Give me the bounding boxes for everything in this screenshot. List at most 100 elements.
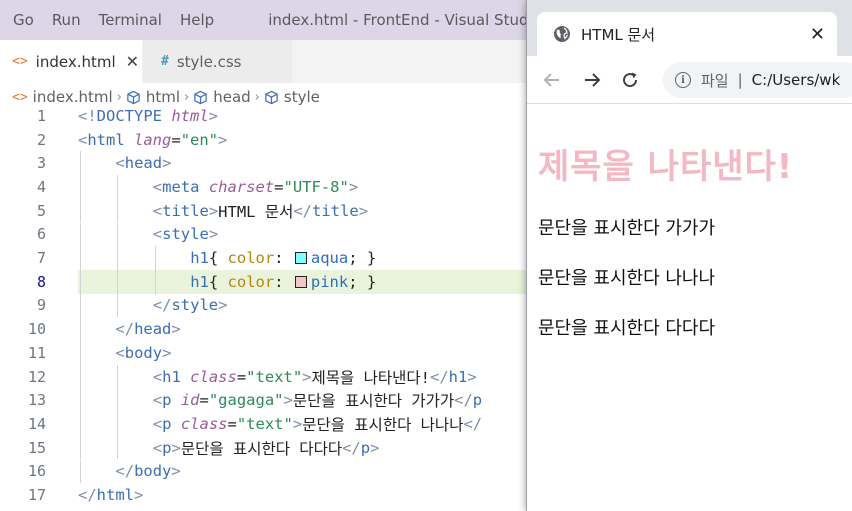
browser-tab-strip: HTML 문서 ✕ xyxy=(527,0,852,56)
code-token: </ xyxy=(454,391,473,410)
reload-button[interactable] xyxy=(613,63,647,97)
address-scheme: 파일 xyxy=(701,71,729,90)
code-token: p xyxy=(472,391,483,410)
code-token: meta xyxy=(162,177,200,196)
code-token: > xyxy=(292,414,303,433)
back-button[interactable] xyxy=(535,63,569,97)
code-token: > xyxy=(208,225,219,244)
indent-guide xyxy=(80,388,81,413)
code-token: = xyxy=(236,367,247,386)
element-cube-icon xyxy=(194,90,207,104)
line-number: 11 xyxy=(27,343,46,362)
line-number: 6 xyxy=(36,225,46,244)
code-token: = xyxy=(274,177,284,196)
code-token: 문단을 표시한다 나나나 xyxy=(302,415,464,434)
code-token: < xyxy=(115,154,125,173)
code-token: body xyxy=(124,343,163,362)
page-paragraph: 문단을 표시한다 나나나 xyxy=(538,268,716,289)
line-number: 7 xyxy=(36,249,46,268)
menu-terminal[interactable]: Terminal xyxy=(90,0,171,40)
globe-icon xyxy=(554,26,570,42)
code-token: < xyxy=(152,391,163,410)
tab-index-html[interactable]: <> index.html ✕ xyxy=(0,40,143,83)
close-icon[interactable]: ✕ xyxy=(126,52,139,71)
address-separator: | xyxy=(737,71,743,89)
code-token: <! xyxy=(78,106,97,125)
code-token: 문단을 표시한다 가가가 xyxy=(292,392,455,411)
code-token: h1 xyxy=(448,367,468,386)
code-token: class xyxy=(180,414,228,433)
code-token: "UTF-8" xyxy=(283,177,349,196)
code-token: title xyxy=(312,201,359,220)
code-token: < xyxy=(152,367,163,386)
browser-tab[interactable]: HTML 문서 ✕ xyxy=(537,12,837,56)
tab-style-css[interactable]: # style.css xyxy=(143,40,293,83)
code-token: p xyxy=(162,414,172,433)
code-token: </ xyxy=(78,486,97,505)
code-token: > xyxy=(162,343,172,362)
code-token: </ xyxy=(115,320,135,339)
code-token: 문단을 표시한다 다다다 xyxy=(180,439,343,458)
menu-go[interactable]: Go xyxy=(4,0,43,40)
menu-help[interactable]: Help xyxy=(171,0,223,40)
tab-label: style.css xyxy=(176,52,242,71)
code-token: color xyxy=(227,272,275,291)
code-token: DOCTYPE xyxy=(96,106,162,125)
code-token: lang xyxy=(134,130,172,149)
code-token: > xyxy=(171,320,181,339)
code-token: </ xyxy=(430,367,449,386)
indent-guide xyxy=(117,175,119,199)
indent-guide xyxy=(117,388,119,413)
browser-toolbar: i 파일 | C:/Users/wk xyxy=(527,56,852,104)
code-token: html xyxy=(87,130,125,149)
arrow-right-icon xyxy=(585,72,601,87)
indent-guide xyxy=(117,269,119,294)
code-token: "text" xyxy=(246,367,303,386)
code-token: > xyxy=(208,106,219,125)
code-token: body xyxy=(134,462,172,481)
code-token: HTML 문서 xyxy=(218,202,294,221)
info-icon[interactable]: i xyxy=(675,72,691,88)
code-token: > xyxy=(171,438,181,457)
indent-guide xyxy=(154,246,156,270)
indent-guide xyxy=(80,198,81,223)
code-token: > xyxy=(467,367,477,386)
chevron-right-icon: › xyxy=(184,89,190,105)
element-cube-icon xyxy=(127,90,140,104)
code-token: h1 xyxy=(190,272,209,291)
code-token: title xyxy=(162,201,209,220)
code-token: = xyxy=(199,391,209,410)
indent-guide xyxy=(80,364,81,389)
html-file-icon: <> xyxy=(12,54,28,69)
indent-guide xyxy=(80,317,81,341)
code-token: : xyxy=(274,272,293,291)
color-swatch-icon[interactable] xyxy=(294,275,307,288)
line-number: 16 xyxy=(27,462,46,481)
line-number: 3 xyxy=(36,154,46,173)
code-token: 제목을 나타낸다! xyxy=(311,368,430,387)
code-token: : xyxy=(274,249,293,268)
color-swatch-icon[interactable] xyxy=(294,252,307,265)
indent-guide xyxy=(80,293,81,318)
browser-tab-title: HTML 문서 xyxy=(581,25,656,44)
menu-run[interactable]: Run xyxy=(43,0,90,40)
indent-guide xyxy=(117,198,119,223)
page-paragraph: 문단을 표시한다 다다다 xyxy=(538,318,716,339)
code-token: p xyxy=(162,438,172,457)
forward-button[interactable] xyxy=(575,63,609,97)
code-token: html xyxy=(96,486,134,505)
address-bar[interactable]: i 파일 | C:/Users/wk xyxy=(663,62,852,98)
rendered-page: 제목을 나타낸다! 문단을 표시한다 가가가 문단을 표시한다 나나나 문단을 … xyxy=(527,105,852,511)
element-cube-icon xyxy=(265,90,278,104)
indent-guide xyxy=(80,459,81,484)
code-token: "gagaga" xyxy=(208,391,284,410)
code-token: > xyxy=(134,486,144,505)
address-path: C:/Users/wk xyxy=(751,71,841,89)
close-icon[interactable]: ✕ xyxy=(810,24,825,45)
line-number: 15 xyxy=(27,438,46,457)
code-token: html xyxy=(171,106,209,125)
indent-guide xyxy=(117,364,119,389)
